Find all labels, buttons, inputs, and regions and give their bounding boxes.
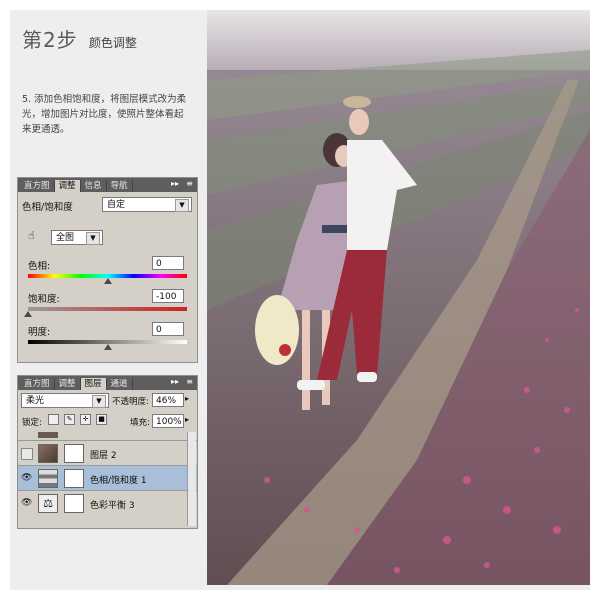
tab-histogram[interactable]: 直方图 — [20, 180, 55, 192]
layer-mask-thumbnail — [64, 444, 84, 463]
photo-preview — [207, 10, 590, 585]
adjustment-layer-icon — [38, 469, 58, 488]
adjustments-panel: 直方图 调整 信息 导航 ▸▸ ≡ 色相/饱和度 自定 ▼ ☝ 全图 ▼ 色相:… — [17, 177, 198, 363]
blend-mode-select[interactable]: 柔光 ▼ — [21, 393, 109, 408]
panel-menu-icon[interactable]: ≡ — [186, 377, 193, 386]
lightness-label: 明度: — [28, 327, 51, 338]
tab-histogram[interactable]: 直方图 — [20, 378, 55, 390]
layer-mask-thumbnail — [64, 469, 84, 488]
step-number: 第2步 — [22, 28, 78, 52]
lock-all-icon[interactable]: ■ — [96, 414, 108, 425]
collapse-arrows-icon[interactable]: ▸▸ — [171, 377, 179, 386]
layer-name: 图层 2 — [90, 451, 117, 461]
lock-transparent-icon[interactable] — [48, 414, 59, 425]
saturation-slider-thumb[interactable] — [24, 311, 32, 317]
saturation-slider-track[interactable] — [28, 307, 187, 311]
opacity-arrow-icon[interactable]: ▸ — [185, 394, 189, 403]
tab-info[interactable]: 信息 — [81, 180, 107, 192]
chevron-down-icon: ▼ — [175, 199, 189, 212]
step-heading: 第2步 颜色调整 — [22, 24, 137, 52]
preset-select[interactable]: 自定 ▼ — [102, 197, 192, 212]
hue-value[interactable]: 0 — [152, 256, 184, 270]
saturation-label: 饱和度: — [28, 294, 60, 305]
layer-mask-thumbnail — [64, 494, 84, 513]
hue-slider-thumb[interactable] — [103, 278, 112, 284]
layer-thumbnail — [38, 444, 58, 463]
channel-value: 全图 — [56, 233, 75, 243]
preset-value: 自定 — [107, 200, 126, 210]
eye-icon[interactable]: 👁 — [21, 498, 32, 508]
instruction-text: 5. 添加色相饱和度，将图层模式改为柔光，增加图片对比度，使照片整体看起来更通透… — [22, 94, 187, 135]
hue-label: 色相: — [28, 261, 51, 272]
tab-adjustments[interactable]: 调整 — [55, 378, 81, 390]
tab-navigator[interactable]: 导航 — [107, 180, 133, 192]
couple-in-flower-field-image — [207, 10, 590, 585]
layer-row[interactable]: 👁 ⚖ 色彩平衡 3 — [18, 490, 197, 516]
panel-menu-icon[interactable]: ≡ — [186, 179, 193, 188]
visibility-off-box[interactable] — [21, 448, 33, 460]
channel-select[interactable]: 全图 ▼ — [51, 230, 103, 245]
lock-options: ✎ ✛ ■ — [48, 414, 109, 425]
chevron-down-icon: ▼ — [86, 232, 100, 245]
tab-layers[interactable]: 图层 — [80, 378, 107, 390]
blend-mode-value: 柔光 — [26, 396, 45, 406]
opacity-label: 不透明度: — [112, 397, 149, 407]
tab-adjustments[interactable]: 调整 — [54, 180, 81, 192]
opacity-value[interactable]: 46% — [152, 393, 184, 407]
layers-tab-bar: 直方图 调整 图层 通道 ▸▸ ≡ — [18, 376, 197, 390]
layer-name: 色彩平衡 3 — [90, 501, 135, 511]
lock-label: 锁定: — [22, 418, 42, 428]
layer-strip-top — [38, 432, 58, 438]
lightness-value[interactable]: 0 — [152, 322, 184, 336]
step-title: 颜色调整 — [88, 36, 137, 50]
adjustments-tab-bar: 直方图 调整 信息 导航 ▸▸ ≡ — [18, 178, 197, 192]
target-adjust-hand-icon[interactable]: ☝ — [28, 229, 35, 242]
tab-channels[interactable]: 通道 — [107, 378, 133, 390]
color-balance-icon: ⚖ — [38, 494, 58, 513]
fill-label: 填充: — [130, 418, 150, 428]
saturation-value[interactable]: -100 — [152, 289, 184, 303]
layers-scrollbar[interactable] — [187, 432, 196, 526]
adjustment-title: 色相/饱和度 — [22, 202, 73, 213]
layers-panel: 直方图 调整 图层 通道 ▸▸ ≡ 柔光 ▼ 不透明度: 46% ▸ 锁定: ✎… — [17, 375, 198, 529]
lightness-slider-thumb[interactable] — [103, 344, 112, 350]
collapse-arrows-icon[interactable]: ▸▸ — [171, 179, 179, 188]
eye-icon[interactable]: 👁 — [21, 473, 32, 483]
fill-arrow-icon[interactable]: ▸ — [185, 415, 189, 424]
lock-brush-icon[interactable]: ✎ — [64, 414, 76, 425]
chevron-down-icon: ▼ — [92, 395, 106, 408]
fill-value[interactable]: 100% — [152, 414, 184, 428]
layer-row-selected[interactable]: 👁 色相/饱和度 1 — [18, 465, 197, 491]
layer-name: 色相/饱和度 1 — [90, 476, 147, 486]
lock-move-icon[interactable]: ✛ — [80, 414, 92, 425]
layer-row[interactable]: 图层 2 — [18, 440, 197, 466]
